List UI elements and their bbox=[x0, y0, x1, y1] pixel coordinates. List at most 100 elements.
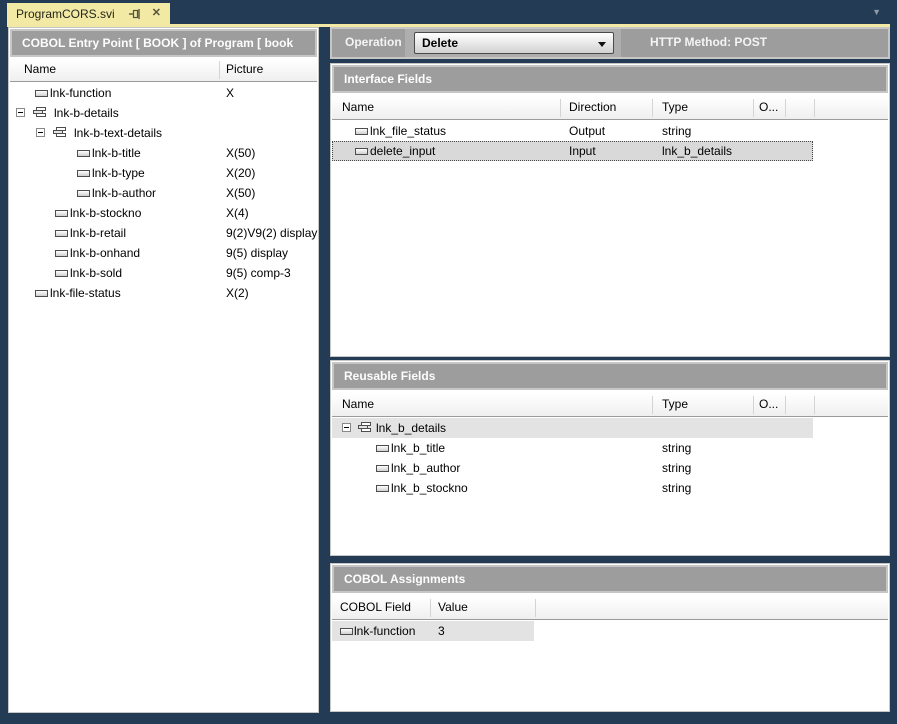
interface-fields-column-header: Name Direction Type O... bbox=[332, 97, 888, 120]
tree-item-label: lnk-file-status bbox=[50, 286, 121, 300]
group-icon bbox=[358, 422, 373, 434]
column-header-cobol-field[interactable]: COBOL Field bbox=[340, 600, 411, 614]
collapse-icon[interactable] bbox=[36, 128, 45, 137]
collapse-icon[interactable] bbox=[342, 423, 351, 432]
column-header-occurs[interactable]: O... bbox=[759, 100, 778, 114]
field-type: lnk_b_details bbox=[662, 144, 732, 158]
cobol-entry-point-panel: COBOL Entry Point [ BOOK ] of Program [ … bbox=[8, 27, 319, 713]
reusable-fields-title: Reusable Fields bbox=[332, 362, 888, 390]
picture-value: X(50) bbox=[226, 146, 255, 160]
column-divider[interactable] bbox=[219, 61, 220, 79]
field-name: lnk_b_details bbox=[376, 421, 446, 435]
column-header-picture[interactable]: Picture bbox=[226, 62, 263, 76]
application-window: ProgramCORS.svi ✕ ▼ COBOL Entry Point [ … bbox=[0, 0, 897, 724]
field-name: lnk_b_author bbox=[391, 461, 460, 475]
field-icon bbox=[77, 150, 90, 157]
picture-value: X(50) bbox=[226, 186, 255, 200]
field-icon bbox=[55, 250, 68, 257]
column-divider[interactable] bbox=[430, 599, 431, 617]
column-header-direction[interactable]: Direction bbox=[569, 100, 616, 114]
cobol-assignments-title: COBOL Assignments bbox=[332, 565, 888, 593]
column-divider[interactable] bbox=[652, 99, 653, 117]
operation-label: Operation bbox=[345, 35, 402, 49]
column-divider[interactable] bbox=[814, 99, 815, 117]
table-row[interactable]: lnk_file_status Output string bbox=[332, 121, 888, 141]
column-divider[interactable] bbox=[814, 396, 815, 414]
column-divider[interactable] bbox=[652, 396, 653, 414]
column-header-type[interactable]: Type bbox=[662, 397, 688, 411]
tree-item-label: lnk-b-text-details bbox=[74, 126, 162, 140]
column-divider[interactable] bbox=[785, 99, 786, 117]
column-header-name[interactable]: Name bbox=[342, 100, 374, 114]
tree-item-label: lnk-b-author bbox=[92, 186, 156, 200]
field-direction: Output bbox=[569, 124, 605, 138]
field-icon bbox=[340, 628, 353, 635]
field-name: delete_input bbox=[370, 144, 435, 158]
picture-value: 9(2)V9(2) display bbox=[226, 226, 317, 240]
field-icon bbox=[77, 170, 90, 177]
tab-title: ProgramCORS.svi bbox=[16, 7, 115, 21]
tree-item-label: lnk-b-retail bbox=[70, 226, 126, 240]
field-icon bbox=[376, 485, 389, 492]
table-row[interactable]: lnk_b_stockno string bbox=[332, 478, 888, 498]
cobol-entry-point-title: COBOL Entry Point [ BOOK ] of Program [ … bbox=[10, 29, 317, 57]
interface-fields-title: Interface Fields bbox=[332, 65, 888, 93]
tree-item-label: lnk-b-type bbox=[92, 166, 145, 180]
column-divider[interactable] bbox=[560, 99, 561, 117]
operation-select[interactable]: Delete bbox=[414, 32, 614, 54]
tree-row[interactable]: lnk-b-title X(50) bbox=[10, 143, 317, 163]
field-icon bbox=[355, 128, 368, 135]
column-divider[interactable] bbox=[535, 599, 536, 617]
tree-item-label: lnk-b-details bbox=[54, 106, 119, 120]
tree-column-header: Name Picture bbox=[10, 59, 317, 82]
tree-row[interactable]: lnk-b-sold 9(5) comp-3 bbox=[10, 263, 317, 283]
field-icon bbox=[77, 190, 90, 197]
picture-value: 9(5) display bbox=[226, 246, 288, 260]
group-icon bbox=[53, 127, 68, 139]
tree-row[interactable]: lnk-b-onhand 9(5) display bbox=[10, 243, 317, 263]
field-type: string bbox=[662, 441, 691, 455]
field-icon bbox=[55, 210, 68, 217]
window-menu-arrow-icon[interactable]: ▼ bbox=[872, 7, 881, 17]
column-header-name[interactable]: Name bbox=[342, 397, 374, 411]
column-header-name[interactable]: Name bbox=[24, 62, 56, 76]
table-row[interactable]: lnk-function 3 bbox=[332, 621, 888, 641]
interface-fields-section: Interface Fields Name Direction Type O..… bbox=[330, 63, 890, 357]
column-divider[interactable] bbox=[753, 396, 754, 414]
field-icon bbox=[376, 445, 389, 452]
column-header-type[interactable]: Type bbox=[662, 100, 688, 114]
tree-item-label: lnk-b-sold bbox=[70, 266, 122, 280]
tree-row[interactable]: lnk-b-retail 9(2)V9(2) display bbox=[10, 223, 317, 243]
reusable-fields-column-header: Name Type O... bbox=[332, 394, 888, 417]
close-icon[interactable]: ✕ bbox=[152, 8, 161, 19]
tree-row[interactable]: lnk-file-status X(2) bbox=[10, 283, 317, 303]
tab-programcors[interactable]: ProgramCORS.svi ✕ bbox=[7, 3, 170, 24]
tree-row[interactable]: lnk-b-text-details bbox=[10, 123, 317, 143]
column-divider[interactable] bbox=[753, 99, 754, 117]
tree-row[interactable]: lnk-function X bbox=[10, 83, 317, 103]
tree-row[interactable]: lnk-b-author X(50) bbox=[10, 183, 317, 203]
collapse-icon[interactable] bbox=[16, 108, 25, 117]
tree-row[interactable]: lnk-b-stockno X(4) bbox=[10, 203, 317, 223]
field-type: string bbox=[662, 124, 691, 138]
tree-row[interactable]: lnk-b-type X(20) bbox=[10, 163, 317, 183]
http-method-label: HTTP Method: POST bbox=[650, 35, 767, 49]
table-row[interactable]: lnk_b_title string bbox=[332, 438, 888, 458]
picture-value: X bbox=[226, 86, 234, 100]
cobol-assignments-section: COBOL Assignments COBOL Field Value lnk-… bbox=[330, 563, 890, 712]
table-row-selected[interactable]: delete_input Input lnk_b_details bbox=[332, 141, 888, 161]
tree-row[interactable]: lnk-b-details bbox=[10, 103, 317, 123]
field-name: lnk_b_stockno bbox=[391, 481, 468, 495]
assignment-field: lnk-function bbox=[354, 624, 415, 638]
column-header-value[interactable]: Value bbox=[438, 600, 468, 614]
column-header-occurs[interactable]: O... bbox=[759, 397, 778, 411]
tree-item-label: lnk-b-title bbox=[92, 146, 141, 160]
field-name: lnk_file_status bbox=[370, 124, 446, 138]
picture-value: X(4) bbox=[226, 206, 249, 220]
reusable-fields-section: Reusable Fields Name Type O... lnk_b_det… bbox=[330, 360, 890, 556]
column-divider[interactable] bbox=[785, 396, 786, 414]
field-direction: Input bbox=[569, 144, 596, 158]
pin-icon[interactable] bbox=[129, 8, 142, 20]
table-row[interactable]: lnk_b_details bbox=[332, 418, 888, 438]
table-row[interactable]: lnk_b_author string bbox=[332, 458, 888, 478]
